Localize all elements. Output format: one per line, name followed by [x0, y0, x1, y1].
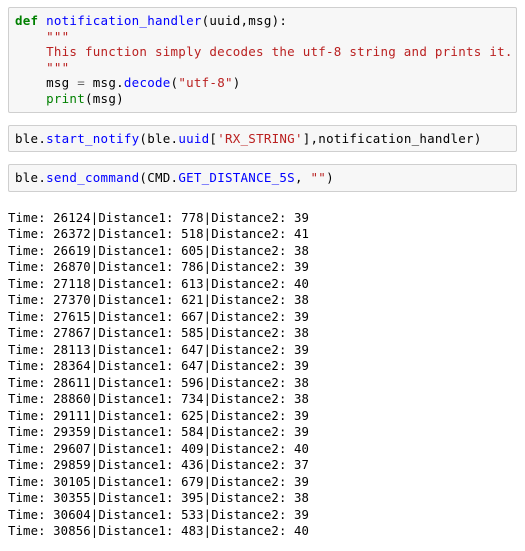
stream-output-area: Time: 26124|Distance1: 778|Distance2: 39…	[0, 203, 525, 540]
output-line: Time: 28611|Distance1: 596|Distance2: 38	[8, 375, 310, 390]
code-token-plain: )	[326, 170, 334, 186]
output-line: Time: 26372|Distance1: 518|Distance2: 41	[8, 227, 310, 242]
output-line: Time: 27370|Distance1: 621|Distance2: 38	[8, 293, 310, 308]
cell-send-command[interactable]: ble.send_command(CMD.GET_DISTANCE_5S, ""…	[8, 164, 517, 192]
code-token-attr: decode	[123, 75, 171, 91]
output-line: Time: 29859|Distance1: 436|Distance2: 37	[8, 458, 310, 473]
code-token-plain: (CMD.	[139, 170, 179, 186]
output-line: Time: 28860|Distance1: 734|Distance2: 38	[8, 392, 310, 407]
code-line: msg = msg.decode("utf-8")	[9, 75, 516, 91]
code-line: This function simply decodes the utf-8 s…	[9, 44, 516, 60]
code-token-plain: msg	[15, 75, 78, 91]
output-line: Time: 27867|Distance1: 585|Distance2: 38	[8, 326, 310, 341]
code-token-eq: =	[77, 75, 85, 91]
code-token-plain: ],notification_handler)	[302, 130, 482, 146]
output-line: Time: 30105|Distance1: 679|Distance2: 39	[8, 474, 310, 489]
notebook-container: def notification_handler(uuid,msg): """ …	[0, 7, 525, 551]
cell-notification-handler[interactable]: def notification_handler(uuid,msg): """ …	[8, 7, 517, 113]
notebook-cells: def notification_handler(uuid,msg): """ …	[0, 7, 525, 192]
code-token-kw: def	[15, 13, 39, 28]
output-line: Time: 26870|Distance1: 786|Distance2: 39	[8, 260, 310, 275]
cell-start-notify[interactable]: ble.start_notify(ble.uuid['RX_STRING'],n…	[8, 124, 517, 153]
output-line: Time: 26619|Distance1: 605|Distance2: 38	[8, 243, 310, 258]
output-line: Time: 29607|Distance1: 409|Distance2: 40	[8, 441, 310, 456]
code-token-fname: notification_handler	[46, 13, 202, 28]
output-line: Time: 30604|Distance1: 533|Distance2: 39	[8, 507, 310, 522]
code-line: ble.start_notify(ble.uuid['RX_STRING'],n…	[9, 131, 516, 147]
code-line: ble.send_command(CMD.GET_DISTANCE_5S, ""…	[9, 170, 516, 186]
output-line: Time: 28113|Distance1: 647|Distance2: 39	[8, 342, 310, 357]
output-line: Time: 26124|Distance1: 778|Distance2: 39	[8, 210, 310, 225]
code-line: """	[9, 60, 516, 76]
output-line: Time: 29359|Distance1: 584|Distance2: 39	[8, 425, 310, 440]
code-token-str: ""	[310, 170, 327, 186]
code-token-str: 'RX_STRING'	[217, 130, 303, 146]
output-line: Time: 28364|Distance1: 647|Distance2: 39	[8, 359, 310, 374]
code-token-str: "utf-8"	[178, 75, 233, 91]
code-token-attr: send_command	[46, 170, 140, 186]
code-token-builtin: print	[46, 90, 85, 106]
code-token-plain: (uuid,msg):	[201, 13, 288, 28]
output-line: Time: 27615|Distance1: 667|Distance2: 39	[8, 309, 310, 324]
code-token-attr: uuid	[178, 130, 210, 146]
output-line: Time: 30355|Distance1: 395|Distance2: 38	[8, 491, 310, 506]
code-line: def notification_handler(uuid,msg):	[9, 13, 516, 29]
code-token-doc: """	[15, 59, 70, 75]
code-token-plain: )	[232, 75, 241, 91]
code-token-doc: """	[15, 28, 70, 44]
code-token-plain: (ble.	[139, 130, 179, 146]
code-line: print(msg)	[9, 91, 516, 107]
code-token-attr: start_notify	[46, 130, 140, 146]
code-token-plain: ble.	[15, 130, 47, 146]
code-token-attr: GET_DISTANCE_5S	[178, 170, 295, 186]
code-token-plain: (msg)	[85, 90, 124, 106]
code-token-plain: ,	[294, 170, 311, 186]
output-line: Time: 27118|Distance1: 613|Distance2: 40	[8, 276, 310, 291]
code-token-plain: msg.	[85, 75, 124, 91]
output-line: Time: 30856|Distance1: 483|Distance2: 40	[8, 524, 310, 539]
code-token-doc: This function simply decodes the utf-8 s…	[15, 44, 513, 60]
code-token-plain: ble.	[15, 170, 47, 186]
code-line: """	[9, 29, 516, 45]
output-line: Time: 29111|Distance1: 625|Distance2: 39	[8, 408, 310, 423]
